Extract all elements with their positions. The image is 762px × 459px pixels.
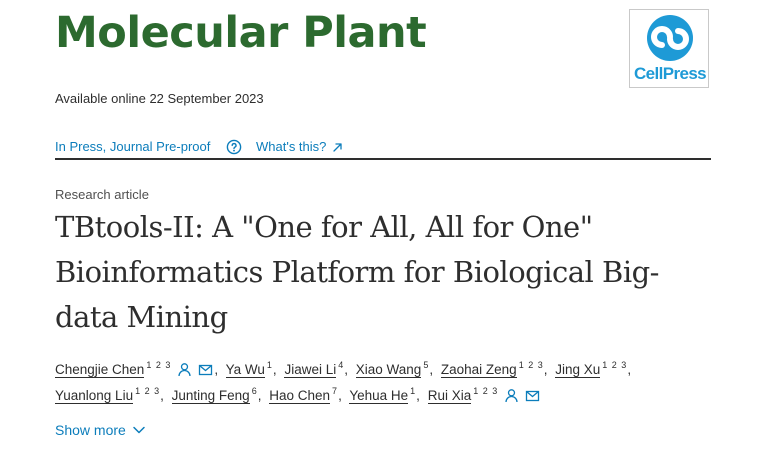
- article-type: Research article: [55, 187, 149, 202]
- author-list: Chengjie Chen 1 2 3, Ya Wu 1, Jiawei Li 4, …: [55, 352, 735, 404]
- mail-icon[interactable]: [198, 362, 213, 377]
- header-divider: [55, 158, 711, 160]
- author-name[interactable]: Yehua He: [349, 388, 409, 404]
- question-circle-icon[interactable]: [226, 139, 242, 155]
- journal-title[interactable]: Molecular Plant: [55, 5, 427, 61]
- author-separator: ,: [543, 362, 548, 377]
- author-separator: ,: [160, 388, 164, 403]
- person-icon[interactable]: [177, 362, 192, 377]
- author-separator: ,: [257, 388, 262, 403]
- author[interactable]: Jiawei Li 4: [284, 360, 344, 378]
- author-separator: ,: [627, 362, 632, 377]
- status-bar: In Press, Journal Pre-proof What's this?: [55, 138, 711, 156]
- author-separator: ,: [338, 388, 342, 403]
- author-name[interactable]: Xiao Wang: [355, 362, 422, 378]
- author-affiliation: 1 2 3: [146, 360, 172, 370]
- author[interactable]: Chengjie Chen 1 2 3: [55, 360, 172, 378]
- author-separator: ,: [272, 362, 277, 377]
- author-name[interactable]: Jing Xu: [555, 362, 601, 378]
- author[interactable]: Xiao Wang 5: [355, 360, 430, 378]
- author-affiliation: 1 2 3: [602, 360, 628, 370]
- person-icon[interactable]: [504, 388, 519, 403]
- article-title-line: Bioinformatics Platform for Biological B…: [55, 255, 659, 289]
- author-line: Chengjie Chen 1 2 3, Ya Wu 1, Jiawei Li 4, …: [55, 352, 735, 378]
- author-name[interactable]: Yuanlong Liu: [55, 388, 134, 404]
- whats-this-link[interactable]: What's this?: [256, 138, 326, 156]
- author-separator: ,: [429, 362, 434, 377]
- article-title-line: TBtools-II: A "One for All, All for One": [55, 210, 593, 244]
- author-name[interactable]: Ya Wu: [225, 362, 265, 378]
- author-name[interactable]: Zaohai Zeng: [440, 362, 517, 378]
- author[interactable]: Yehua He 1: [349, 386, 416, 404]
- author-affiliation: 1 2 3: [473, 386, 499, 396]
- author-affiliation: 6: [251, 386, 258, 396]
- author[interactable]: Yuanlong Liu 1 2 3: [55, 386, 161, 404]
- external-link-arrow-icon: [333, 143, 342, 152]
- author-name[interactable]: Rui Xia: [427, 388, 472, 404]
- author-affiliation: 1 2 3: [135, 386, 161, 396]
- author[interactable]: Zaohai Zeng 1 2 3: [440, 360, 544, 378]
- cellpress-logo[interactable]: CellPress: [629, 9, 709, 88]
- article-title: TBtools-II: A "One for All, All for One"…: [55, 205, 735, 340]
- author-affiliation: 1 2 3: [518, 360, 544, 370]
- author[interactable]: Rui Xia 1 2 3: [427, 386, 499, 404]
- author[interactable]: Jing Xu 1 2 3: [555, 360, 628, 378]
- chevron-down-icon: [133, 426, 145, 434]
- author-separator: ,: [416, 388, 420, 403]
- author-line: Yuanlong Liu 1 2 3, Junting Feng 6, Hao Ch…: [55, 378, 735, 404]
- author-name[interactable]: Junting Feng: [171, 388, 250, 404]
- author-name[interactable]: Hao Chen: [269, 388, 331, 404]
- show-more-label: Show more: [55, 422, 126, 438]
- mail-icon[interactable]: [525, 388, 540, 403]
- availability-date: Available online 22 September 2023: [55, 91, 264, 106]
- author-separator: ,: [344, 362, 349, 377]
- show-more-button[interactable]: Show more: [55, 421, 146, 439]
- author[interactable]: Hao Chen 7: [269, 386, 338, 404]
- cellpress-logo-mark: [647, 15, 693, 61]
- author[interactable]: Ya Wu 1: [225, 360, 273, 378]
- author[interactable]: Junting Feng 6: [171, 386, 258, 404]
- cellpress-wordmark: CellPress: [633, 64, 707, 83]
- article-title-line: data Mining: [55, 300, 228, 334]
- author-name[interactable]: Jiawei Li: [284, 362, 337, 378]
- in-press-link[interactable]: In Press, Journal Pre-proof: [55, 138, 210, 156]
- author-name[interactable]: Chengjie Chen: [55, 362, 145, 378]
- author-separator: ,: [214, 362, 219, 377]
